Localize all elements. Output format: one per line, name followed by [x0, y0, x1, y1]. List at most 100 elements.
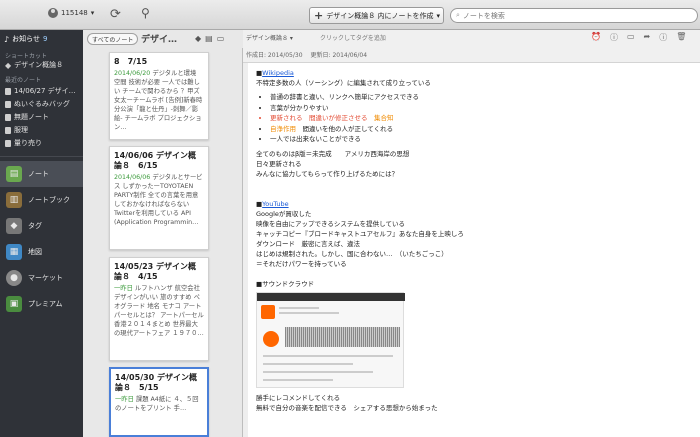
note-card-body: デジタルと環境 空間 技術が必要 一人では難しい チームで関わるから ？甲ズ女太… [114, 70, 203, 131]
new-note-button[interactable]: + デザイン概論８ 内にノートを作成 ▾ [309, 7, 444, 24]
username: 115148 [61, 9, 88, 17]
content-line: 無料で自分の音楽を配信できる シェアする思想から始まった [256, 403, 438, 412]
sidebar-item-tags[interactable]: ◆ タグ [0, 213, 83, 239]
note-card-snippet: 2014/06/20 デジタルと環境 空間 技術が必要 一人では難しい チームで… [114, 69, 204, 132]
account-menu[interactable]: 115148 ▾ [48, 8, 94, 18]
notifications[interactable]: ♪ お知らせ 9 [4, 34, 47, 44]
notice-label: お知らせ [12, 35, 40, 43]
note-icon: ▤ [6, 166, 22, 182]
recent-item[interactable]: 量り売り [5, 138, 42, 148]
screenshot-text-line [279, 306, 319, 309]
note-card[interactable]: 14/05/23 デザイン概論８ 4/15 一昨日 ルフトハンザ 航空会社 デザ… [109, 257, 209, 361]
note-card[interactable]: 8 7/15 2014/06/20 デジタルと環境 空間 技術が必要 一人では難… [109, 52, 209, 140]
play-icon [263, 330, 279, 347]
note-card-snippet: 一昨日 ルフトハンザ 航空会社 デザインがいい 旅のすすめ ペオグラード 地名 … [114, 284, 204, 338]
sidebar-item-notes[interactable]: ▤ ノート [0, 161, 83, 187]
note-card-title: 14/05/30 デザイン概論８ 5/15 [115, 373, 198, 392]
recent-item[interactable]: 無題ノート [5, 112, 49, 122]
chevron-down-icon: ▾ [436, 11, 440, 20]
bullet-item: 普通の辞書と違い、リンクへ簡単にアクセスできる [270, 92, 688, 103]
content-line: キャッチコピー『ブロードキャストユアセルフ』あなた自身を上映しろ [256, 229, 464, 238]
sidebar-item-premium[interactable]: ▣ プレミアム [0, 291, 83, 317]
wikipedia-link[interactable]: Wikipedia [262, 69, 294, 77]
recent-item[interactable]: 服理 [5, 125, 28, 135]
bullet-item: 自浄作用 間違いを他の人が正してくれる [270, 124, 688, 135]
notebook-selector[interactable]: デザイ… [141, 32, 177, 45]
bullet-text: 間違いを他の人が正してくれる [296, 124, 394, 133]
sidebar-item-market[interactable]: ● マーケット [0, 265, 83, 291]
bullet-text: 一人では出来ないことができる [270, 135, 361, 143]
shortcut-item-label: デザイン概論８ [14, 61, 64, 69]
sidebar-item-label: ノートブック [28, 196, 70, 204]
notebook-icon: ▥ [6, 192, 22, 208]
info-icon[interactable]: ▤ [205, 34, 213, 43]
screenshot-text-line [263, 370, 373, 373]
sync-icon[interactable]: ⟳ [110, 7, 121, 22]
note-card-title: 8 7/15 [114, 57, 148, 66]
screenshot-text-line [263, 378, 333, 381]
shortcut-item[interactable]: ◆ デザイン概論８ [5, 60, 63, 70]
info-icon[interactable]: ⓘ [610, 32, 618, 43]
bullet-item: 更新される 間違いが修正させる 集合知 [270, 113, 688, 124]
sidebar-item-label: ノート [28, 170, 49, 178]
notice-count: 9 [42, 35, 48, 43]
waveform [285, 326, 400, 347]
tag-icon[interactable]: ◆ [195, 34, 201, 43]
note-card-selected[interactable]: 14/05/30 デザイン概論８ 5/15 一昨日 課題 A4紙に ４、５回のノ… [109, 367, 209, 437]
note-card-body: ルフトハンザ 航空会社 デザインがいい 旅のすすめ ペオグラード 地名 モナコ … [114, 285, 204, 337]
search-icon: ⌕ [456, 11, 460, 19]
recent-item[interactable]: ぬいぐるみバッグ [5, 99, 70, 109]
editor-notebook[interactable]: デザイン概論８ ▾ [246, 33, 293, 42]
sidebar-item-notebooks[interactable]: ▥ ノートブック [0, 187, 83, 213]
trash-icon[interactable]: 🗑 [676, 32, 686, 43]
recent-item-label: 量り売り [14, 139, 42, 147]
recent-item-label: 服理 [14, 126, 28, 134]
map-icon: ▦ [6, 244, 22, 260]
content-line: 日々更新される [256, 159, 302, 168]
recent-item[interactable]: 14/06/27 デザイ… [5, 86, 76, 96]
note-icon [5, 100, 11, 108]
present-icon[interactable]: ▭ [627, 32, 635, 43]
search-input[interactable] [462, 11, 683, 20]
note-card-date: 2014/06/06 [114, 174, 151, 181]
screenshot-text-line [279, 311, 339, 314]
info-circle-icon[interactable]: ⓘ [659, 32, 667, 43]
share-icon[interactable]: ➦ [644, 32, 651, 43]
search-box[interactable]: ⌕ [450, 8, 698, 23]
bullet-text: 更新される 間違いが修正させる [270, 114, 374, 122]
list-tools: ◆ ▤ ▭ [195, 34, 224, 43]
reminder-icon[interactable]: ⏰ [591, 32, 601, 43]
sidebar-divider [0, 156, 83, 157]
bullet-item: 一人では出来ないことができる [270, 134, 688, 145]
activity-icon[interactable]: ⚲ [141, 6, 150, 20]
content-line: 映像を自由にアップできるシステムを提供している [256, 219, 405, 228]
notebook-name: デザイ… [141, 35, 178, 45]
sidebar-item-label: プレミアム [28, 300, 63, 308]
new-note-label: デザイン概論８ 内にノートを作成 [326, 11, 434, 20]
note-metadata: 作成日: 2014/05/30 更新日: 2014/06/04 [246, 50, 367, 59]
sidebar-item-map[interactable]: ▦ 地図 [0, 239, 83, 265]
note-card[interactable]: 14/06/06 デザイン概論８ 6/15 2014/06/06 デジタルとサー… [109, 146, 209, 250]
note-icon [5, 126, 11, 134]
recent-item-label: ぬいぐるみバッグ [14, 100, 70, 108]
note-content[interactable]: ■Wikipedia 不特定多数の人（ソーシング）に編集されて成り立っている 普… [256, 68, 688, 413]
sidebar-item-label: 地図 [28, 248, 42, 256]
section-youtube-heading: ■YouTube [256, 199, 688, 209]
view-icon[interactable]: ▭ [217, 34, 225, 43]
content-line: 不特定多数の人（ソーシング）に編集されて成り立っている [256, 79, 431, 87]
soundcloud-logo [261, 304, 275, 319]
screenshot-text-line [263, 362, 353, 365]
all-notes-button[interactable]: すべてのノート [87, 33, 139, 45]
note-card-title: 14/06/06 デザイン概論８ 6/15 [114, 151, 197, 170]
section-wikipedia-heading: ■Wikipedia [256, 68, 688, 78]
note-card-date: 一昨日 [115, 396, 134, 403]
tag-input[interactable]: クリックしてタグを追加 [320, 33, 386, 42]
note-card-snippet: 一昨日 課題 A4紙に ４、５回のノートをプリント 手… [115, 395, 203, 413]
note-card-snippet: 2014/06/06 デジタルとサービス しずかったーTOYOTAEN PART… [114, 173, 204, 227]
recent-heading: 最近のノート [5, 77, 42, 84]
youtube-link[interactable]: YouTube [262, 200, 288, 208]
editor-notebook-label: デザイン概論８ [246, 35, 289, 42]
tag-icon: ◆ [6, 218, 22, 234]
bullet-text: 普通の辞書と違い、リンクへ簡単にアクセスできる [270, 93, 420, 101]
tag-icon: ◆ [5, 60, 12, 70]
